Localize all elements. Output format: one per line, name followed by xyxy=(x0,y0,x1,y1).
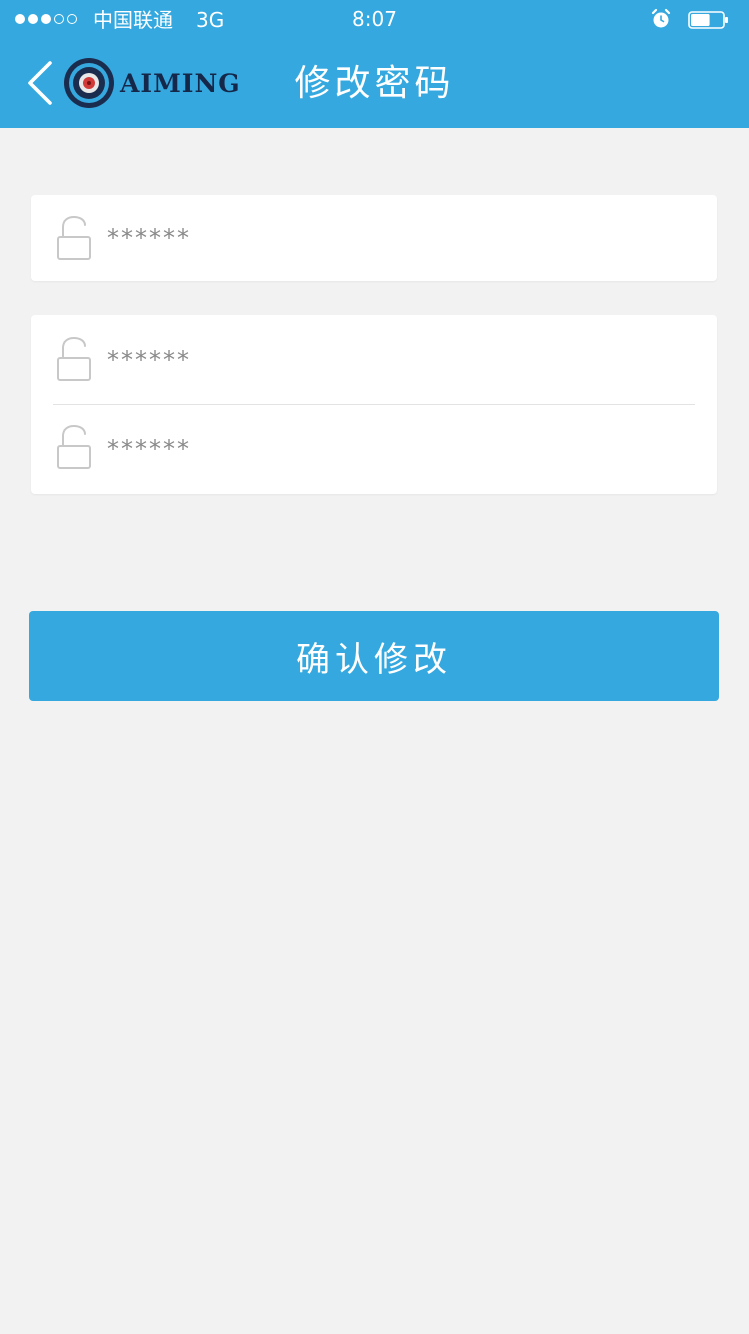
new-password-card xyxy=(31,315,717,494)
status-time: 8:07 xyxy=(352,7,397,31)
alarm-clock-icon xyxy=(651,8,671,28)
battery-fill xyxy=(691,14,710,26)
confirm-password-field[interactable] xyxy=(31,404,717,494)
confirm-password-input[interactable] xyxy=(107,404,687,494)
nav-bar: AIMING 修改密码 xyxy=(0,40,749,128)
new-password-field[interactable] xyxy=(31,315,717,404)
lock-icon xyxy=(57,215,91,260)
status-bar: 中国联通 3G 8:07 xyxy=(0,0,749,40)
old-password-field[interactable] xyxy=(31,195,717,281)
confirm-change-button[interactable]: 确认修改 xyxy=(29,611,719,701)
old-password-card xyxy=(31,195,717,281)
battery-icon xyxy=(688,11,728,29)
old-password-input[interactable] xyxy=(107,195,687,281)
lock-icon xyxy=(57,336,91,381)
new-password-input[interactable] xyxy=(107,315,687,404)
lock-icon xyxy=(57,424,91,469)
page-title: 修改密码 xyxy=(294,63,455,104)
header: 中国联通 3G 8:07 AIMING 修改密码 xyxy=(0,0,749,128)
